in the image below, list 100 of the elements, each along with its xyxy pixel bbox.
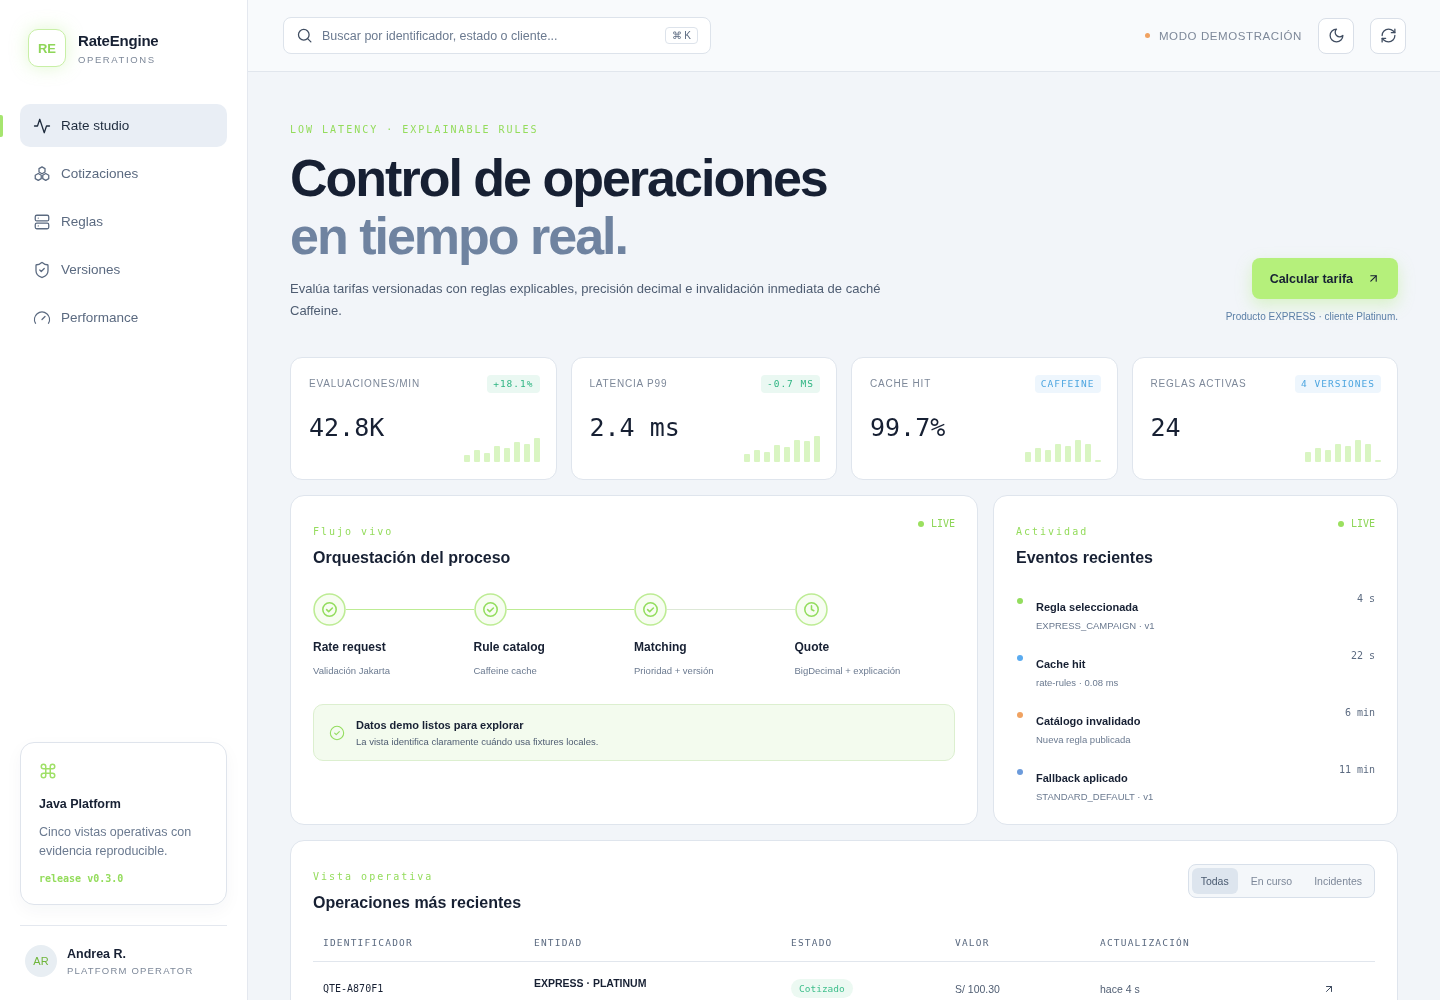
kpi-badge: -0.7 MS <box>760 375 820 393</box>
event-detail: Nueva regla publicada <box>1036 734 1132 746</box>
user-name: Andrea R. <box>67 946 128 961</box>
live-dot-icon <box>1337 521 1344 527</box>
spark-bar <box>1024 452 1031 462</box>
search-field[interactable]: Buscar por identificador, estado o cliente... ⌘ K <box>283 17 711 54</box>
updated-time: hace 4 s <box>1099 982 1141 996</box>
spark-bar <box>533 438 540 462</box>
pulse-icon <box>33 116 51 135</box>
spark-bar <box>774 445 780 462</box>
gauge-icon <box>33 308 51 327</box>
server-icon <box>33 212 51 231</box>
kpi-label: CACHE HIT <box>870 378 932 390</box>
event-detail: EXPRESS_CAMPAIGN · v1 <box>1036 620 1156 632</box>
promo-title: Java Platform <box>39 797 122 811</box>
operation-value: S/ 100.30 <box>954 982 1001 996</box>
step-detail: Validación Jakarta <box>313 665 391 677</box>
entity-name: EXPRESS · PLATINUM <box>533 976 648 990</box>
status-badge: Cotizado <box>791 979 853 998</box>
card-eyebrow: Vista operativa <box>313 871 435 883</box>
filter-tab[interactable]: Incidentes <box>1305 868 1371 894</box>
shortcut-hint: ⌘ K <box>664 27 698 44</box>
arrow-up-right-icon[interactable] <box>1323 983 1335 995</box>
spark-bar <box>473 450 480 462</box>
event-title: Regla seleccionada <box>1036 600 1140 614</box>
column-header: ENTIDAD <box>533 937 584 949</box>
cta-note: Producto EXPRESS · cliente Platinum. <box>1225 311 1398 322</box>
live-dot-icon <box>917 521 924 527</box>
event-time: 4 s <box>1356 593 1375 605</box>
spark-bar <box>1355 440 1361 462</box>
card-title: Orquestación del proceso <box>313 548 511 568</box>
nav-item[interactable]: Cotizaciones <box>20 152 227 195</box>
spark-bar <box>1064 446 1071 462</box>
kpi-badge: +18.1% <box>487 375 540 393</box>
event-title: Cache hit <box>1036 657 1087 671</box>
nav-item[interactable]: Performance <box>20 296 227 339</box>
refresh-icon <box>1379 27 1397 44</box>
spark-bar <box>493 446 500 462</box>
refresh-button[interactable] <box>1370 17 1406 54</box>
cubes-icon <box>33 164 51 183</box>
column-header: VALOR <box>954 937 991 949</box>
event-detail: STANDARD_DEFAULT · v1 <box>1036 791 1155 803</box>
spark-bar <box>784 447 790 462</box>
theme-button[interactable] <box>1318 17 1354 54</box>
event-title: Fallback aplicado <box>1036 771 1129 785</box>
hero-description: Evalúa tarifas versionadas con reglas explicables, precisión decimal e invalidación inmediata de caché Caffeine. <box>290 280 882 320</box>
spark-bar <box>1335 444 1341 462</box>
live-label: LIVE <box>1350 518 1375 530</box>
live-label: LIVE <box>930 518 955 530</box>
kpi-label: LATENCIA P99 <box>589 378 668 390</box>
column-header: ESTADO <box>790 937 834 949</box>
kpi-value: 24 <box>1150 412 1181 444</box>
card-title: Eventos recientes <box>1016 548 1153 568</box>
card-title: Operaciones más recientes <box>313 893 522 913</box>
spark-bar <box>764 452 770 462</box>
arrow-up-right-icon <box>1367 272 1380 285</box>
event-time: 22 s <box>1350 650 1375 662</box>
spark-bar <box>1084 444 1091 462</box>
filter-tab[interactable]: Todas <box>1191 868 1238 894</box>
logo-tile: RE <box>28 29 66 67</box>
command-icon <box>39 762 57 780</box>
step-title: Rule catalog <box>473 640 546 654</box>
operation-id: QTE-A870F1 <box>322 983 385 995</box>
column-header: ACTUALIZACIÓN <box>1099 937 1191 949</box>
spark-bar <box>754 450 760 462</box>
spark-bar <box>1044 450 1051 462</box>
spark-bar <box>1345 446 1351 462</box>
spark-bar <box>503 448 510 462</box>
kpi-badge: 4 VERSIONES <box>1295 375 1381 393</box>
spark-bar <box>1305 452 1311 462</box>
step-title: Quote <box>794 640 831 654</box>
calculate-button[interactable]: Calcular tarifa <box>1251 258 1398 299</box>
kpi-value: 42.8K <box>309 412 385 444</box>
nav-item[interactable]: Reglas <box>20 200 227 243</box>
search-input[interactable]: Buscar por identificador, estado o cliente... <box>322 28 656 43</box>
kpi-value: 99.7% <box>870 412 946 444</box>
notice-title: Datos demo listos para explorar <box>356 717 525 732</box>
spark-bar <box>1034 448 1041 462</box>
user-role: PLATFORM OPERATOR <box>67 964 194 976</box>
moon-icon <box>1327 27 1345 44</box>
card-eyebrow: Actividad <box>1016 526 1090 538</box>
column-header: IDENTIFICADOR <box>322 937 414 949</box>
spark-bar <box>1074 440 1081 462</box>
spark-bar <box>1054 444 1061 462</box>
spark-bar <box>523 444 530 462</box>
search-icon <box>296 27 313 44</box>
kpi-badge: CAFFEINE <box>1034 375 1101 393</box>
spark-bar <box>804 441 810 462</box>
status-dot-icon <box>1144 33 1150 38</box>
step-title: Matching <box>634 640 688 654</box>
step-detail: BigDecimal + explicación <box>794 665 902 677</box>
spark-bar <box>814 436 820 462</box>
promo-text: Cinco vistas operativas con evidencia reproducible. <box>39 824 193 860</box>
spark-bar <box>1365 444 1371 462</box>
event-time: 6 min <box>1344 707 1375 719</box>
nav-item[interactable]: Versiones <box>20 248 227 291</box>
event-title: Catálogo invalidado <box>1036 714 1142 728</box>
event-time: 11 min <box>1338 764 1375 776</box>
hero-eyebrow: LOW LATENCY · EXPLAINABLE RULES <box>290 124 540 136</box>
filter-tab[interactable]: En curso <box>1241 868 1302 894</box>
